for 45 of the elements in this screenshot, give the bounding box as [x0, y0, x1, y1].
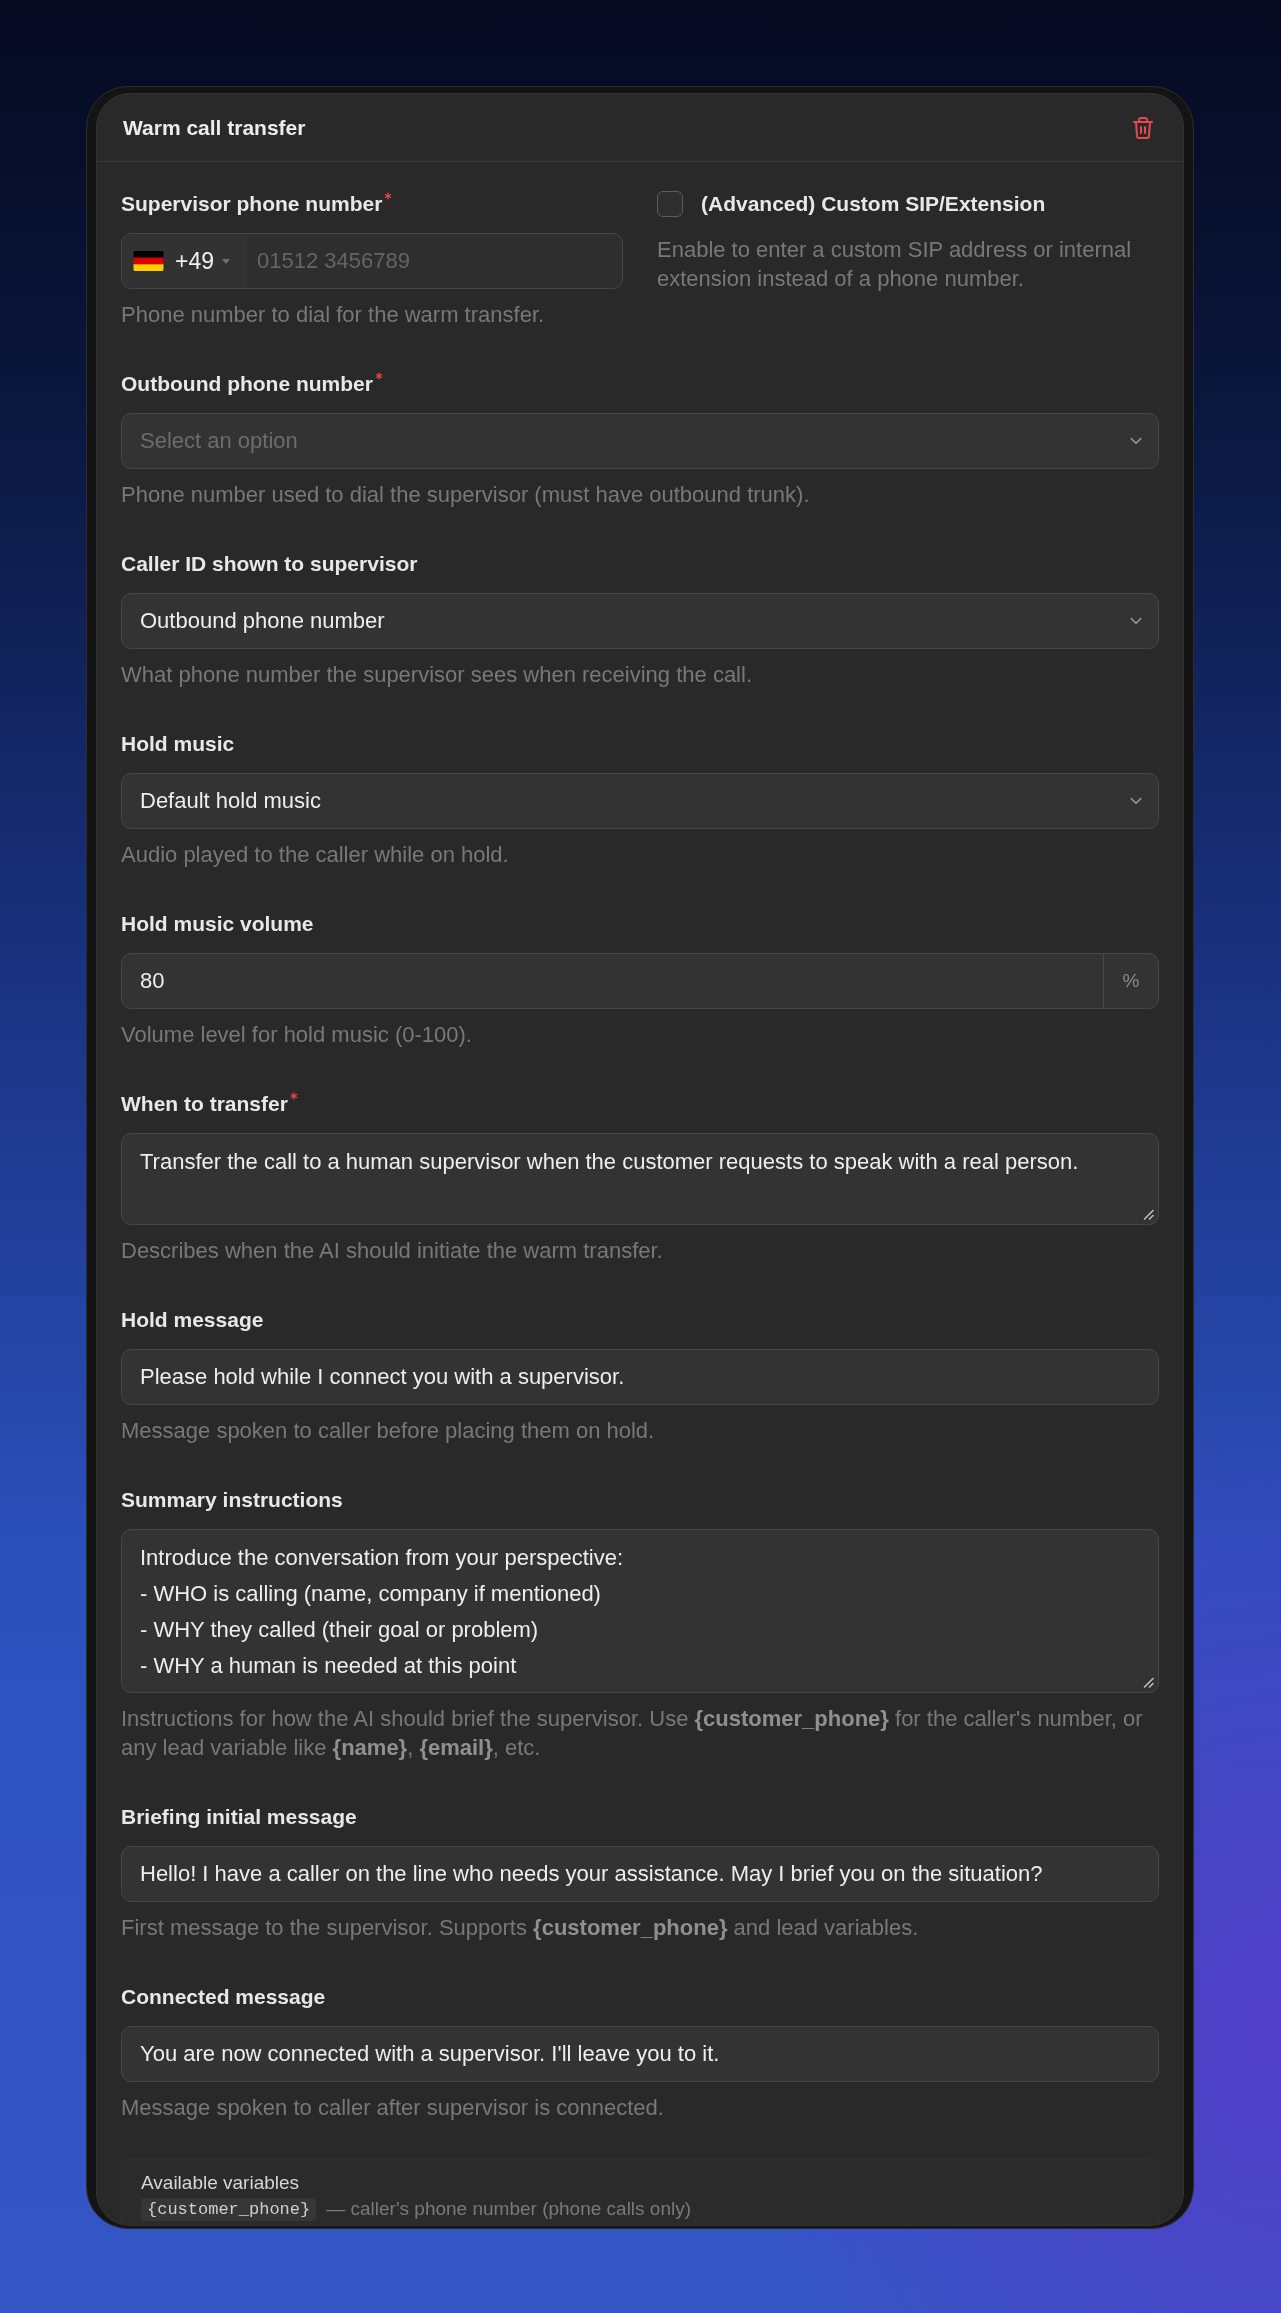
field-label: Hold message	[121, 1307, 264, 1333]
field-label: Caller ID shown to supervisor	[121, 551, 418, 577]
field-label: Connected message	[121, 1984, 326, 2010]
hint-text: First message to the supervisor. Supports {customer_phone} and lead variables.	[121, 1914, 920, 1942]
hint-text: Instructions for how the AI should brief the supervisor. Use {customer_phone} for the caller's number, or any lead variable like {name}, {email}, etc.	[121, 1705, 1144, 1762]
text-area[interactable]: Transfer the call to a human supervisor when the customer requests to speak with a real person.	[121, 1133, 1159, 1225]
field-label: Summary instructions	[121, 1487, 343, 1513]
text-field[interactable]: Please hold while I connect you with a supervisor.	[121, 1349, 1159, 1405]
checkbox-label: (Advanced) Custom SIP/Extension	[701, 191, 1046, 217]
select-field[interactable]: Outbound phone number	[121, 593, 1159, 649]
hint-text: Enable to enter a custom SIP address or internal extension instead of a phone number.	[657, 236, 1133, 293]
panel-title: Warm call transfer	[123, 115, 306, 140]
field-label: Hold music	[121, 731, 235, 757]
country-selector[interactable]: +49	[122, 234, 247, 288]
hint-text: Message spoken to caller after supervisor is connected.	[121, 2094, 665, 2122]
chevron-down-icon	[1130, 617, 1142, 625]
checkbox[interactable]	[657, 191, 683, 217]
select-field[interactable]: Default hold music	[121, 773, 1159, 829]
unit-suffix: %	[1103, 954, 1158, 1008]
hint-text: Phone number to dial for the warm transfer.	[121, 301, 546, 329]
field-label: When to transfer	[121, 1091, 288, 1117]
text-area[interactable]: Introduce the conversation from your perspective: - WHO is calling (name, company if mentioned) - WHY they called (their goal or problem) - WHY a human is needed at this point	[121, 1529, 1159, 1693]
hint-text: Audio played to the caller while on hold.	[121, 841, 510, 869]
german-flag-icon	[133, 251, 164, 271]
chevron-down-icon	[1130, 797, 1142, 805]
field-label: Hold music volume	[121, 911, 314, 937]
variable-code: {customer_phone}	[141, 2197, 317, 2221]
trash-icon[interactable]	[1133, 116, 1153, 139]
hint-text: What phone number the supervisor sees when receiving the call.	[121, 661, 753, 689]
hint-text: Volume level for hold music (0-100).	[121, 1021, 473, 1049]
resize-handle-icon[interactable]	[1142, 1676, 1154, 1688]
text-field[interactable]: Hello! I have a caller on the line who needs your assistance. May I brief you on the situation?	[121, 1846, 1159, 1902]
variable-description: — caller's phone number (phone calls only)	[326, 2198, 692, 2220]
variables-title: Available variables	[141, 2171, 301, 2195]
hint-text: Phone number used to dial the supervisor (must have outbound trunk).	[121, 481, 811, 509]
number-field[interactable]: 80 %	[121, 953, 1159, 1009]
chevron-down-icon	[1130, 437, 1142, 445]
field-label: Briefing initial message	[121, 1804, 357, 1830]
hint-text: Describes when the AI should initiate the warm transfer.	[121, 1237, 664, 1265]
field-label: Outbound phone number	[121, 371, 373, 397]
field-label: Supervisor phone number	[121, 191, 383, 217]
hint-text: Message spoken to caller before placing them on hold.	[121, 1417, 656, 1445]
text-field[interactable]: You are now connected with a supervisor. I'll leave you to it.	[121, 2026, 1159, 2082]
resize-handle-icon[interactable]	[1142, 1208, 1154, 1220]
caret-icon	[222, 258, 230, 264]
